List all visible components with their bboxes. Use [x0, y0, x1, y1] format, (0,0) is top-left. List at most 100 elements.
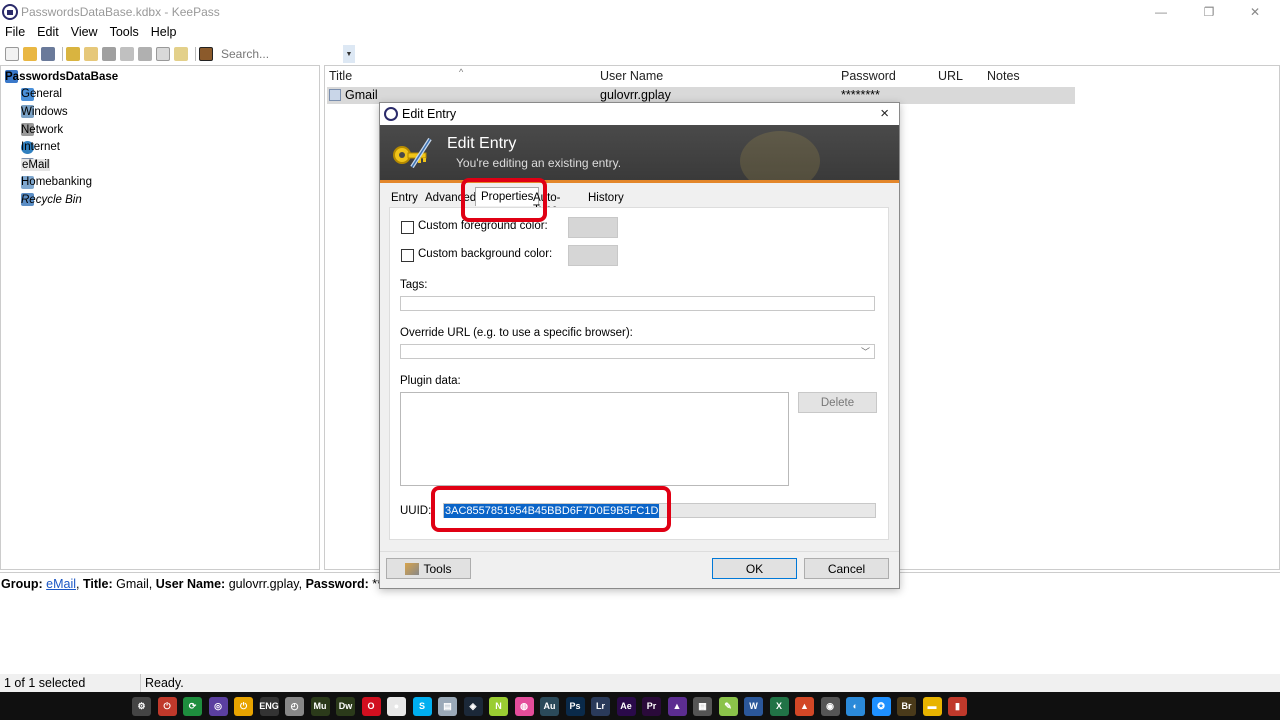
menu-tools[interactable]: Tools: [110, 25, 139, 43]
gear2-icon[interactable]: ✪: [871, 696, 891, 716]
tree-root-label: PasswordsDataBase: [5, 70, 119, 83]
color-icon[interactable]: ◍: [514, 696, 534, 716]
lock-icon[interactable]: [199, 47, 213, 61]
toolbar: Search... ▼: [0, 44, 1280, 64]
background-color-button[interactable]: [568, 245, 618, 266]
tab-entry[interactable]: Entry: [391, 192, 418, 204]
column-password[interactable]: Password: [841, 69, 896, 83]
pen-icon[interactable]: ✎: [718, 696, 738, 716]
window-titlebar: PasswordsDataBase.kdbx - KeePass — ❐ ✕: [0, 0, 1280, 24]
pr-icon[interactable]: Pr: [642, 696, 661, 716]
notepad-icon[interactable]: ▤: [438, 696, 457, 716]
pdf-icon[interactable]: ▲: [795, 696, 814, 716]
copy-password-icon[interactable]: [102, 47, 116, 61]
ps-icon[interactable]: Ps: [565, 696, 585, 716]
br-icon[interactable]: Br: [897, 696, 916, 716]
tags-label: Tags:: [400, 279, 428, 291]
background-color-checkbox[interactable]: [401, 249, 414, 262]
tab-history[interactable]: History: [588, 192, 624, 204]
column-url[interactable]: URL: [938, 69, 963, 83]
search-dropdown-button[interactable]: ▼: [343, 45, 355, 63]
excel-icon[interactable]: X: [769, 696, 789, 716]
keepass-lock-icon: [2, 4, 18, 20]
search-input[interactable]: Search...: [221, 45, 339, 63]
tree-item-general[interactable]: General: [1, 86, 319, 104]
chrome-icon[interactable]: ●: [387, 696, 406, 716]
ok-button[interactable]: OK: [712, 558, 797, 579]
key-pencil-icon: [393, 137, 432, 169]
tree-item-internet[interactable]: Internet: [1, 138, 319, 156]
settings-icon[interactable]: ⚙: [132, 696, 151, 716]
tools-button[interactable]: Tools: [386, 558, 471, 579]
new-database-icon[interactable]: [5, 47, 19, 61]
cancel-button[interactable]: Cancel: [804, 558, 889, 579]
banner-decoration: [740, 131, 820, 180]
menu-file[interactable]: File: [5, 25, 25, 43]
dialog-close-button[interactable]: ×: [880, 105, 889, 122]
plugin-data-list[interactable]: [400, 392, 789, 486]
edit-entry-dialog: Edit Entry × Edit Entry You're editing a…: [379, 102, 900, 589]
lock-workspace-icon[interactable]: [174, 47, 188, 61]
tags-input[interactable]: [400, 296, 875, 311]
save-icon[interactable]: [41, 47, 55, 61]
foreground-color-checkbox[interactable]: [401, 221, 414, 234]
tree-item-windows[interactable]: Windows: [1, 103, 319, 121]
entry-username: gulovrr.gplay: [600, 88, 671, 102]
banner-title: Edit Entry: [447, 135, 517, 152]
find-icon[interactable]: [120, 47, 134, 61]
grid-icon[interactable]: ▦: [693, 696, 712, 716]
override-url-select[interactable]: ﹀: [400, 344, 875, 359]
menu-edit[interactable]: Edit: [37, 25, 59, 43]
open-folder-icon[interactable]: [23, 47, 37, 61]
tools-icon: [405, 562, 420, 575]
search-icon[interactable]: [156, 47, 170, 61]
lr-icon[interactable]: Lr: [591, 696, 610, 716]
copy-username-icon[interactable]: [84, 47, 98, 61]
au-icon[interactable]: Au: [540, 696, 559, 716]
menu-view[interactable]: View: [71, 25, 98, 43]
eng-icon[interactable]: ENG: [259, 696, 279, 716]
trash-icon[interactable]: ▮: [948, 696, 967, 716]
tree-item-homebanking[interactable]: Homebanking: [1, 174, 319, 192]
mail-icon: [329, 89, 341, 101]
status-divider: [140, 674, 141, 692]
clock-icon[interactable]: ◴: [285, 696, 304, 716]
tree-item-recycle-bin[interactable]: Recycle Bin: [1, 191, 319, 209]
tree-item-label: Homebanking: [21, 176, 92, 189]
opera-icon[interactable]: ⏻: [157, 696, 177, 716]
folder-icon[interactable]: ▬: [922, 696, 942, 716]
minimize-button[interactable]: —: [1138, 0, 1184, 24]
column-notes[interactable]: Notes: [987, 69, 1020, 83]
close-window-button[interactable]: ✕: [1232, 0, 1278, 24]
power-icon[interactable]: ⏻: [234, 696, 253, 716]
dw-icon[interactable]: Dw: [336, 696, 355, 716]
column-username[interactable]: User Name: [600, 69, 663, 83]
tools-button-label: Tools: [423, 561, 452, 576]
tree-root[interactable]: PasswordsDataBase: [1, 68, 319, 86]
steam-icon[interactable]: ◈: [463, 696, 483, 716]
refresh-icon[interactable]: ⟳: [183, 696, 202, 716]
entry-title: Gmail: [345, 88, 378, 102]
column-title[interactable]: Title: [329, 69, 352, 83]
delete-button[interactable]: Delete: [798, 392, 877, 413]
user-icon[interactable]: ◉: [820, 696, 840, 716]
menu-help[interactable]: Help: [151, 25, 177, 43]
add-entry-key-icon[interactable]: [66, 47, 80, 61]
tree-item-email[interactable]: eMail: [1, 156, 319, 174]
menu-bar: File Edit View Tools Help: [0, 25, 188, 43]
word-icon[interactable]: W: [744, 696, 763, 716]
vs-icon[interactable]: ▲: [667, 696, 687, 716]
tools-icon[interactable]: [138, 47, 152, 61]
maximize-button[interactable]: ❐: [1186, 0, 1232, 24]
opera-red-icon[interactable]: O: [361, 696, 381, 716]
ae-icon[interactable]: Ae: [616, 696, 636, 716]
tree-item-network[interactable]: Network: [1, 121, 319, 139]
mu-icon[interactable]: Mu: [310, 696, 330, 716]
compass-icon[interactable]: ◐: [846, 696, 865, 716]
group-link[interactable]: eMail: [46, 577, 76, 591]
skype-icon[interactable]: S: [412, 696, 432, 716]
tor-icon[interactable]: ◎: [208, 696, 228, 716]
git-icon[interactable]: N: [489, 696, 508, 716]
properties-tab-highlight: [461, 178, 547, 222]
foreground-color-button[interactable]: [568, 217, 618, 238]
